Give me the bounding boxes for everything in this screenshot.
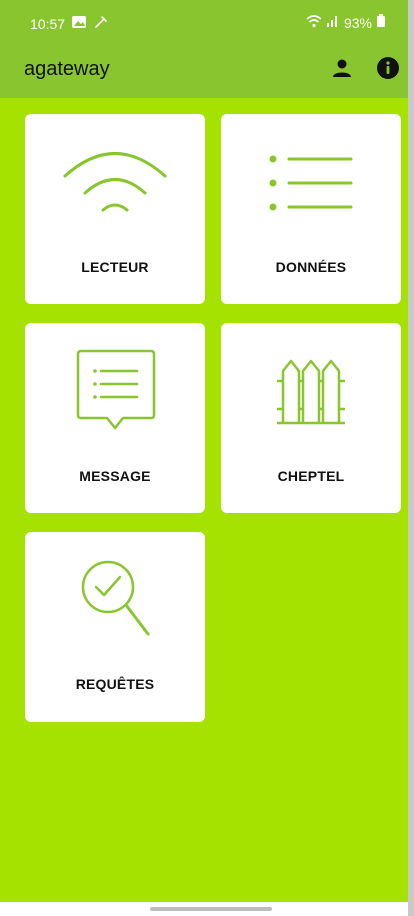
account-button[interactable] xyxy=(327,55,357,85)
tile-message[interactable]: MESSAGE xyxy=(25,323,205,513)
info-button[interactable] xyxy=(373,55,403,85)
gallery-icon xyxy=(71,15,87,32)
tile-label: CHEPTEL xyxy=(277,468,345,484)
app-screen: 10:57 93% agateway LECTEUR DONNÉES MESSA… xyxy=(0,0,414,916)
account-icon xyxy=(330,56,354,85)
bottom-nav-bar xyxy=(0,902,408,916)
battery-icon xyxy=(376,14,386,31)
tools-icon xyxy=(93,14,109,33)
home-indicator[interactable] xyxy=(150,907,272,911)
tile-label: LECTEUR xyxy=(81,259,149,275)
fence-icon xyxy=(277,359,345,425)
signal-icon xyxy=(326,14,340,31)
tile-lecteur[interactable]: LECTEUR xyxy=(25,114,205,304)
list-icon xyxy=(269,155,353,211)
status-left: 10:57 xyxy=(30,14,109,33)
tile-requetes[interactable]: REQUÊTES xyxy=(25,532,205,722)
tile-label: MESSAGE xyxy=(79,468,151,484)
app-title: agateway xyxy=(24,58,110,80)
status-time: 10:57 xyxy=(30,15,66,32)
tile-donnees[interactable]: DONNÉES xyxy=(221,114,401,304)
status-bar: 10:57 93% xyxy=(0,0,408,42)
app-bar: agateway xyxy=(0,42,408,98)
wifi-icon xyxy=(306,14,322,31)
tile-cheptel[interactable]: CHEPTEL xyxy=(221,323,401,513)
tile-label: DONNÉES xyxy=(275,259,347,275)
wifi-icon xyxy=(63,152,167,212)
battery-percent: 93% xyxy=(343,14,372,31)
message-icon xyxy=(76,349,156,430)
info-icon xyxy=(376,56,400,85)
status-right: 93% xyxy=(306,14,386,31)
search-check-icon xyxy=(81,560,150,636)
tile-label: REQUÊTES xyxy=(75,676,155,692)
